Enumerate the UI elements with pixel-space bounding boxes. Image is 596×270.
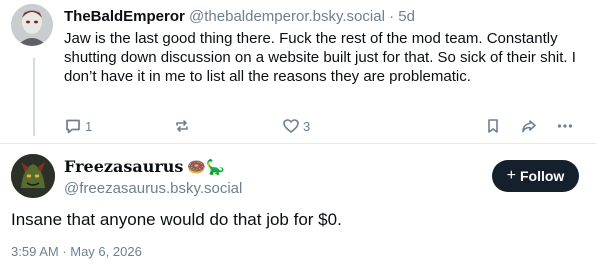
parent-post-age[interactable]: 5d xyxy=(398,8,415,25)
more-options-button[interactable] xyxy=(556,117,574,135)
main-author-name-row: Freezasaurus 🍩🦕 xyxy=(64,157,225,176)
ellipsis-icon xyxy=(557,124,573,128)
post-divider xyxy=(0,143,596,144)
parent-post-text: Jaw is the last good thing there. Fuck t… xyxy=(64,30,576,85)
repost-button[interactable] xyxy=(173,117,191,135)
post-timestamp[interactable]: 3:59 AM · May 6, 2026 xyxy=(11,244,142,259)
follow-label: Follow xyxy=(520,168,565,184)
follow-button[interactable]: + Follow xyxy=(492,160,579,192)
main-post-text: Insane that anyone would do that job for… xyxy=(11,210,342,229)
like-count: 3 xyxy=(303,118,311,134)
plus-icon: + xyxy=(506,167,516,184)
parent-author-name[interactable]: TheBaldEmperor xyxy=(64,8,185,25)
main-author-handle[interactable]: @freezasaurus.bsky.social xyxy=(64,180,242,197)
avatar-image xyxy=(11,154,55,198)
parent-post-header: TheBaldEmperor @thebaldemperor.bsky.soci… xyxy=(64,8,415,25)
share-arrow-icon xyxy=(522,120,536,133)
avatar-thebaldemperor[interactable] xyxy=(11,4,53,46)
parent-post-actions: 1 3 xyxy=(64,117,584,137)
reply-count: 1 xyxy=(85,118,93,134)
bookmark-button[interactable] xyxy=(484,117,502,135)
reply-button[interactable]: 1 xyxy=(64,117,92,135)
reply-icon xyxy=(66,119,80,134)
avatar-image xyxy=(11,4,53,46)
avatar-freezasaurus[interactable] xyxy=(11,154,55,198)
heart-icon xyxy=(283,119,299,133)
author-emoji-badges: 🍩🦕 xyxy=(187,157,225,176)
like-button[interactable]: 3 xyxy=(282,117,310,135)
main-author-name[interactable]: Freezasaurus xyxy=(64,157,183,176)
repost-icon xyxy=(176,120,188,132)
parent-meta-separator: · xyxy=(389,8,395,25)
share-button[interactable] xyxy=(520,117,538,135)
parent-author-handle[interactable]: @thebaldemperor.bsky.social xyxy=(189,8,385,25)
bookmark-icon xyxy=(488,119,498,133)
thread-line xyxy=(33,58,35,136)
